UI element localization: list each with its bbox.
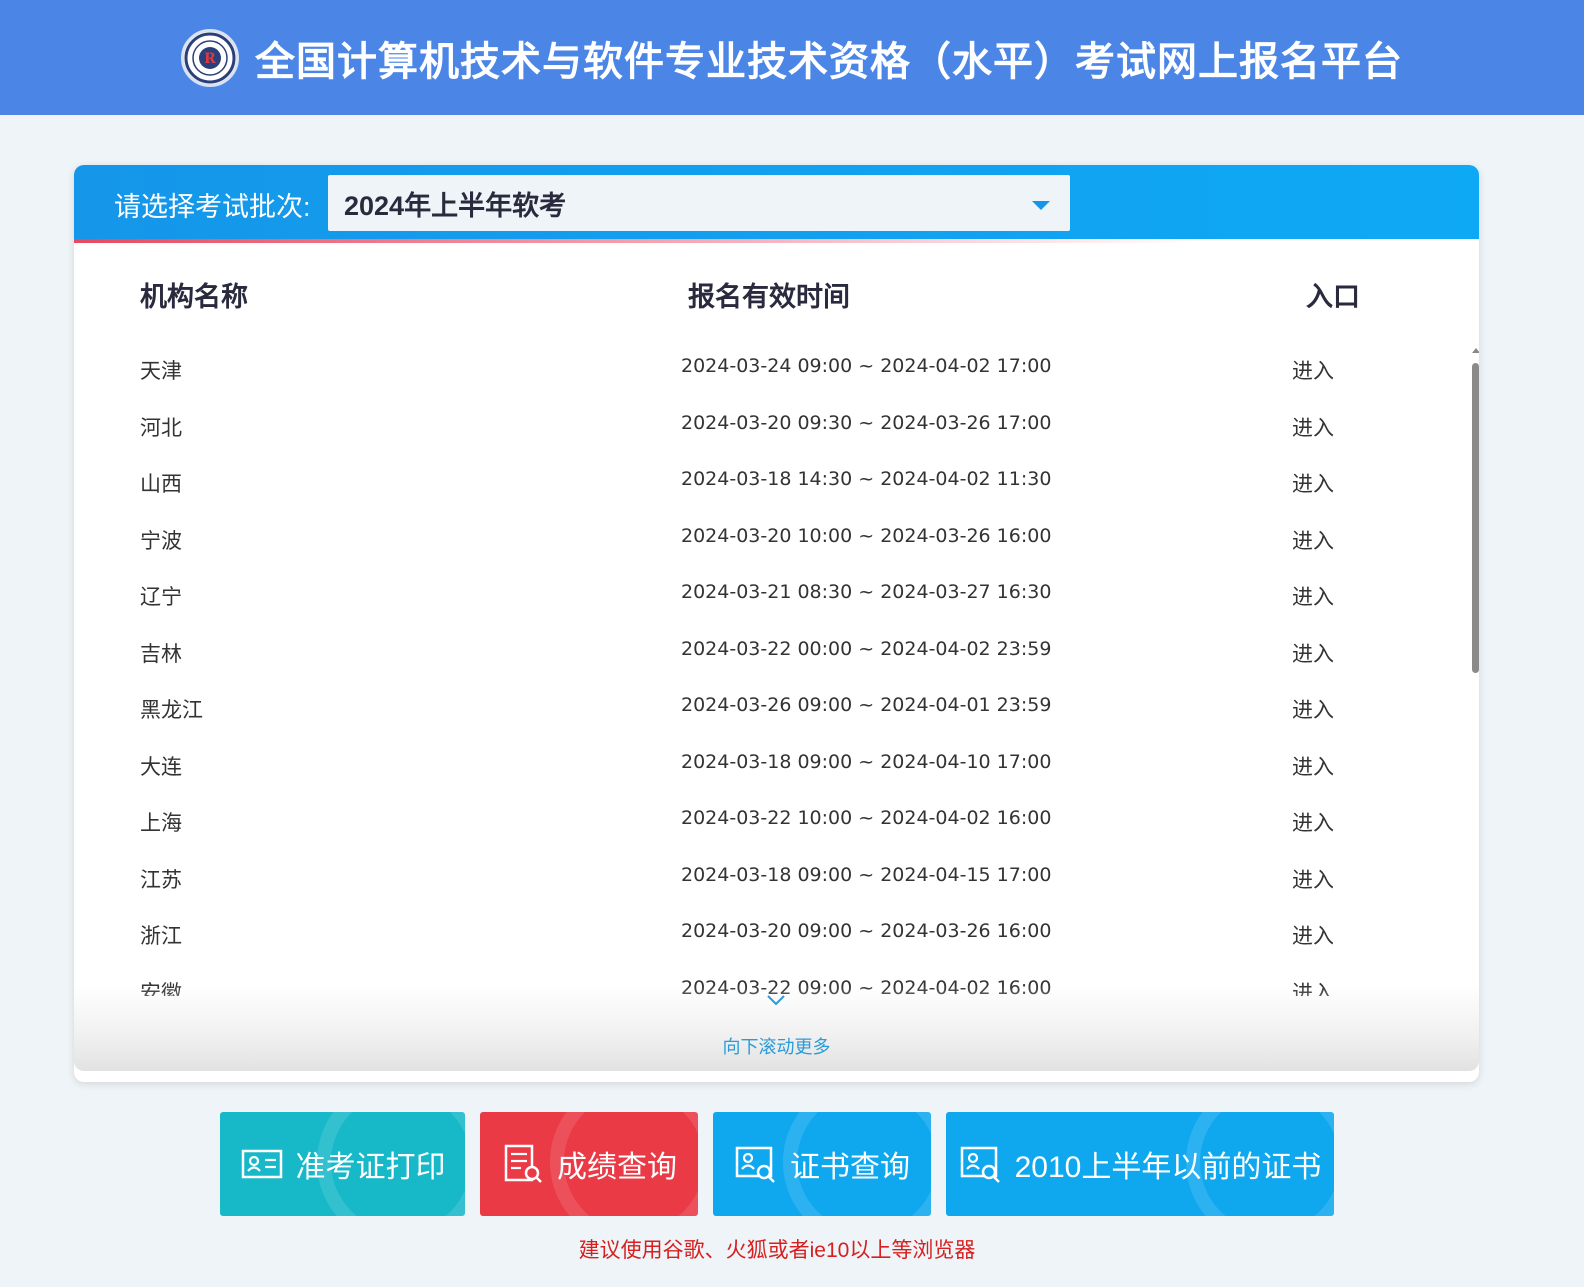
enter-link[interactable]: 进入 [1292, 355, 1334, 385]
enter-link[interactable]: 进入 [1292, 751, 1334, 781]
enter-link[interactable]: 进入 [1292, 468, 1334, 498]
divider [74, 239, 1479, 243]
org-name: 宁波 [140, 529, 182, 553]
org-name: 山西 [140, 473, 182, 496]
table-row: 宁波 2024-03-20 10:00 ~ 2024-03-26 16:00 进… [74, 511, 1479, 568]
pre-2010-certificate-label: 2010上半年以前的证书 [1014, 1151, 1322, 1184]
registration-period: 2024-03-26 09:00 ~ 2024-04-01 23:59 [681, 694, 1052, 716]
table-body[interactable]: 天津 2024-03-24 09:00 ~ 2024-04-02 17:00 进… [74, 341, 1479, 996]
registration-period: 2024-03-18 14:30 ~ 2024-04-02 11:30 [681, 468, 1052, 490]
certificate-search-icon [734, 1142, 778, 1186]
column-header-entry: 入口 [1306, 282, 1360, 312]
column-header-org: 机构名称 [140, 282, 248, 312]
scroll-more-hint[interactable]: 向下滚动更多 [74, 1033, 1479, 1059]
scroll-up-arrow-icon[interactable] [1472, 348, 1479, 353]
enter-link[interactable]: 进入 [1292, 638, 1334, 668]
registration-period: 2024-03-18 09:00 ~ 2024-04-10 17:00 [681, 750, 1052, 773]
table-row: 天津 2024-03-24 09:00 ~ 2024-04-02 17:00 进… [74, 341, 1479, 398]
table-row: 山西 2024-03-18 14:30 ~ 2024-04-02 11:30 进… [74, 454, 1479, 511]
table-row: 上海 2024-03-22 10:00 ~ 2024-04-02 16:00 进… [74, 793, 1479, 850]
enter-link[interactable]: 进入 [1292, 694, 1334, 724]
header-bar: R 全国计算机技术与软件专业技术资格（水平）考试网上报名平台 [0, 0, 1584, 115]
org-name: 辽宁 [140, 586, 182, 609]
org-name: 浙江 [140, 925, 182, 948]
registration-period: 2024-03-20 10:00 ~ 2024-03-26 16:00 [681, 524, 1052, 547]
batch-selected-value: 2024年上半年软考 [344, 190, 567, 221]
exam-seal-logo-icon: R [181, 28, 239, 87]
column-header-time: 报名有效时间 [688, 282, 850, 312]
org-name: 上海 [140, 812, 182, 835]
registration-period: 2024-03-22 10:00 ~ 2024-04-02 16:00 [681, 807, 1052, 829]
batch-select[interactable]: 2024年上半年软考 [328, 175, 1070, 231]
registration-period: 2024-03-22 00:00 ~ 2024-04-02 23:59 [681, 637, 1052, 660]
table-row: 河北 2024-03-20 09:30 ~ 2024-03-26 17:00 进… [74, 398, 1479, 455]
score-query-button[interactable]: 成绩查询 [480, 1112, 698, 1216]
table-row: 黑龙江 2024-03-26 09:00 ~ 2024-04-01 23:59 … [74, 680, 1479, 737]
org-name: 黑龙江 [140, 699, 203, 722]
table-row: 大连 2024-03-18 09:00 ~ 2024-04-10 17:00 进… [74, 737, 1479, 794]
scrollbar-thumb[interactable] [1472, 363, 1479, 673]
org-name: 天津 [140, 360, 182, 383]
chevron-down-icon [767, 995, 785, 1006]
certificate-query-button[interactable]: 证书查询 [713, 1112, 931, 1216]
org-name: 江苏 [140, 868, 182, 892]
enter-link[interactable]: 进入 [1292, 920, 1334, 950]
batch-label: 请选择考试批次: [114, 192, 311, 222]
enter-link[interactable]: 进入 [1292, 581, 1334, 611]
score-query-label: 成绩查询 [557, 1151, 677, 1184]
id-card-icon [240, 1142, 284, 1186]
svg-text:R: R [204, 51, 216, 67]
page-title: 全国计算机技术与软件专业技术资格（水平）考试网上报名平台 [255, 39, 1403, 84]
table-row: 吉林 2024-03-22 00:00 ~ 2024-04-02 23:59 进… [74, 624, 1479, 681]
admission-ticket-print-label: 准考证打印 [295, 1151, 446, 1184]
admission-ticket-print-button[interactable]: 准考证打印 [220, 1112, 465, 1216]
registration-period: 2024-03-20 09:00 ~ 2024-03-26 16:00 [681, 920, 1052, 942]
table-row: 浙江 2024-03-20 09:00 ~ 2024-03-26 16:00 进… [74, 906, 1479, 963]
browser-recommendation-note: 建议使用谷歌、火狐或者ie10以上等浏览器 [578, 1239, 976, 1262]
org-name: 吉林 [140, 642, 182, 666]
table-row: 辽宁 2024-03-21 08:30 ~ 2024-03-27 16:30 进… [74, 567, 1479, 624]
enter-link[interactable]: 进入 [1292, 864, 1334, 894]
certificate-search-icon [959, 1142, 1003, 1186]
enter-link[interactable]: 进入 [1292, 412, 1334, 442]
pre-2010-certificate-button[interactable]: 2010上半年以前的证书 [946, 1112, 1334, 1216]
chevron-down-icon [1032, 201, 1050, 210]
registration-period: 2024-03-18 09:00 ~ 2024-04-15 17:00 [681, 863, 1052, 886]
registration-card: 请选择考试批次: 2024年上半年软考 机构名称 报名有效时间 入口 天津 20… [74, 165, 1479, 1082]
document-search-icon [501, 1142, 545, 1186]
registration-period: 2024-03-24 09:00 ~ 2024-04-02 17:00 [681, 355, 1052, 377]
enter-link[interactable]: 进入 [1292, 525, 1334, 555]
registration-period: 2024-03-20 09:30 ~ 2024-03-26 17:00 [681, 411, 1052, 434]
certificate-query-label: 证书查询 [790, 1151, 910, 1184]
enter-link[interactable]: 进入 [1292, 807, 1334, 837]
org-name: 大连 [140, 755, 182, 779]
table-row: 江苏 2024-03-18 09:00 ~ 2024-04-15 17:00 进… [74, 850, 1479, 907]
registration-period: 2024-03-21 08:30 ~ 2024-03-27 16:30 [681, 581, 1052, 603]
org-name: 河北 [140, 416, 182, 440]
table-header: 机构名称 报名有效时间 入口 [74, 275, 1479, 315]
